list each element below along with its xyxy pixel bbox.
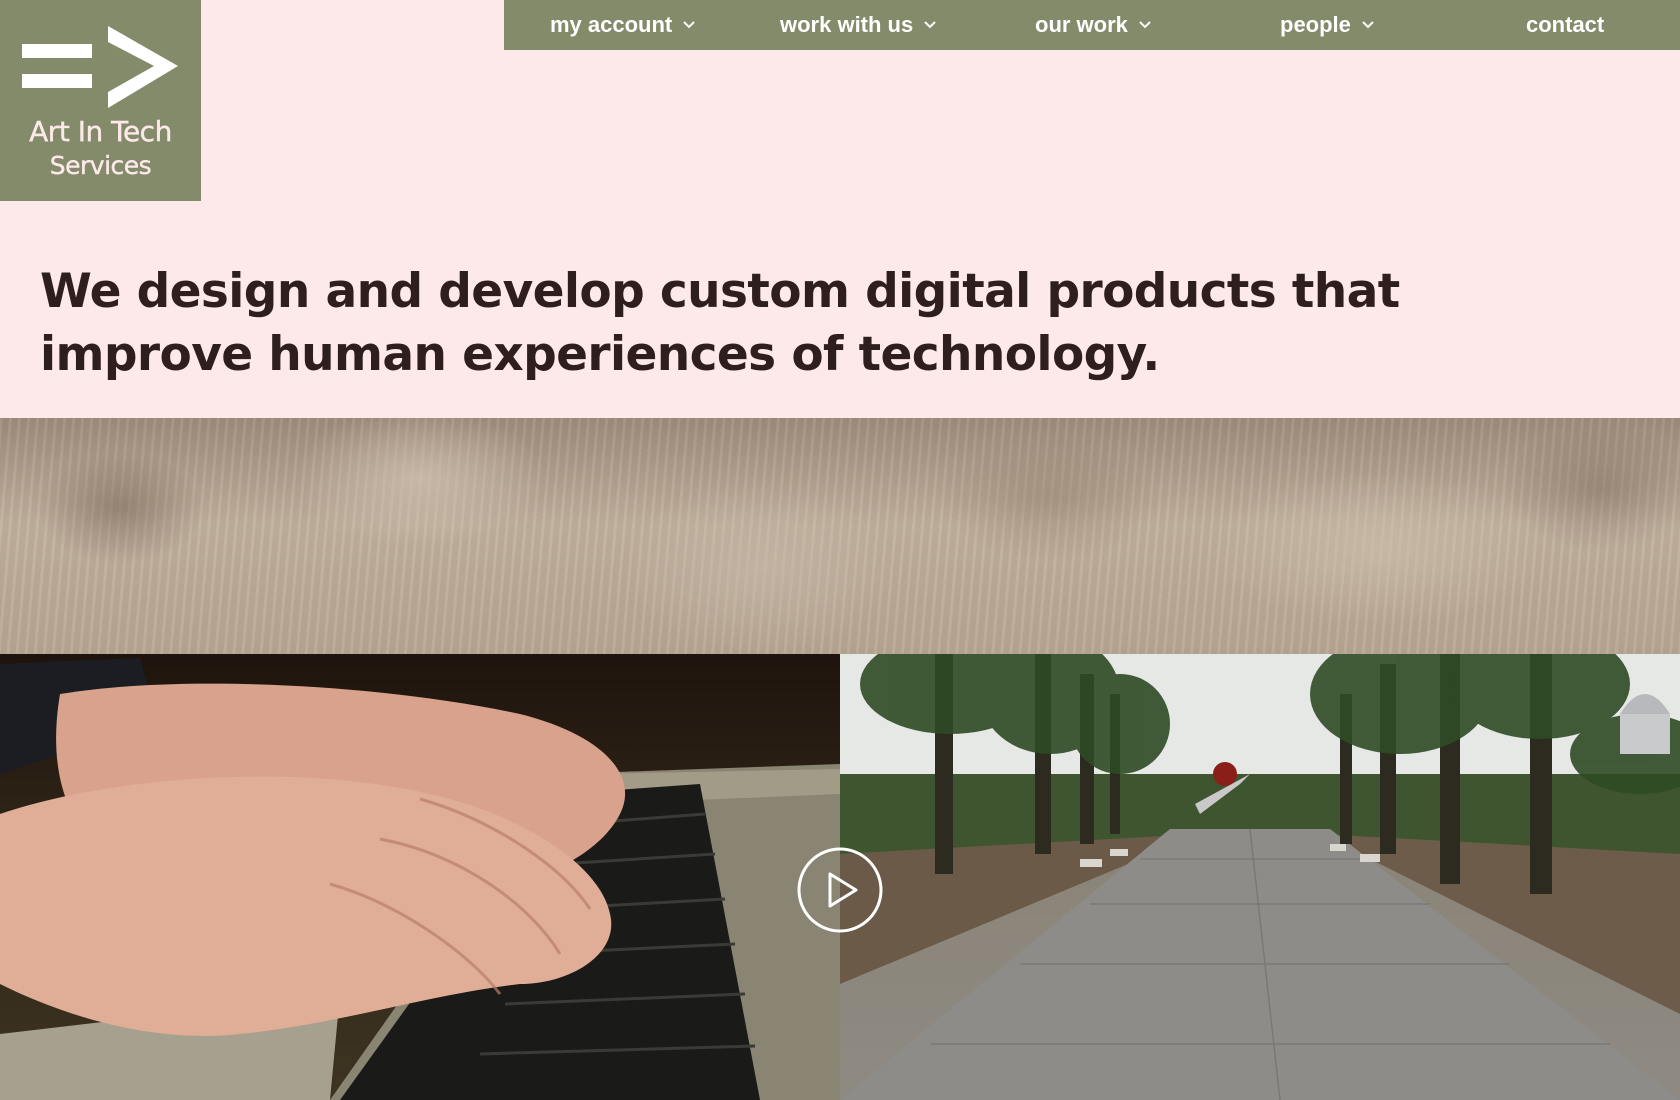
play-button[interactable] [796, 846, 884, 934]
hero-headline: We design and develop custom digital pro… [40, 264, 1400, 382]
logo-text-line1: Art In Tech [29, 115, 173, 148]
chevron-down-icon [1138, 18, 1152, 32]
play-icon [797, 847, 883, 933]
arrow-logo-icon [22, 26, 178, 108]
hero-texture-image [0, 418, 1680, 654]
page: Art In Tech Services my account work wit… [0, 0, 1680, 1100]
nav-item-my-account[interactable]: my account [550, 0, 696, 50]
nav-item-label: people [1280, 12, 1351, 37]
video-frame-typing [0, 654, 840, 1100]
nav-item-label: my account [550, 12, 673, 37]
typing-hands-image [0, 658, 840, 1100]
main-nav: my account work with us our work people … [504, 0, 1680, 50]
nav-item-people[interactable]: people [1280, 0, 1375, 50]
nav-item-work-with-us[interactable]: work with us [780, 0, 937, 50]
nav-item-label: contact [1526, 12, 1605, 37]
nav-item-label: our work [1035, 12, 1128, 37]
logo-text-line2: Services [49, 151, 152, 180]
video-frame-park [840, 654, 1680, 1100]
chevron-down-icon [923, 18, 937, 32]
chevron-down-icon [1361, 18, 1375, 32]
site-logo[interactable]: Art In Tech Services [0, 0, 201, 201]
nav-item-our-work[interactable]: our work [1035, 0, 1152, 50]
nav-item-label: work with us [780, 12, 914, 37]
chevron-down-icon [682, 18, 696, 32]
nav-item-contact[interactable]: contact [1526, 0, 1604, 50]
park-path-image [840, 654, 1680, 1100]
